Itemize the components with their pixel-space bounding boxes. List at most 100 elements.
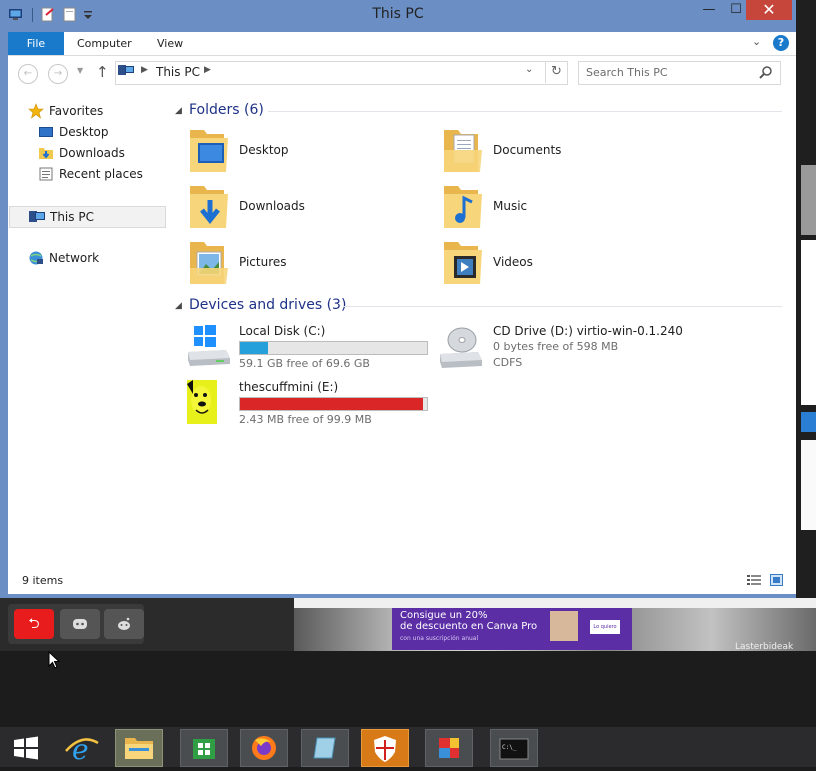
drive-d-free-space: 0 bytes free of 598 MB (493, 340, 619, 353)
drive-e[interactable]: thescuffmini (E:) 2.43 MB free of 99.9 M… (187, 378, 438, 430)
taskbar-app-glass[interactable] (301, 729, 349, 767)
nav-forward-button[interactable]: → (48, 64, 68, 84)
svg-text:C:\_: C:\_ (502, 744, 517, 751)
photo-credit: Lasterbideak (735, 642, 794, 652)
downloads-folder-icon (39, 148, 53, 159)
folder-pictures[interactable]: Pictures (188, 238, 428, 290)
drive-c-free-space: 59.1 GB free of 69.6 GB (239, 357, 370, 370)
network-icon (29, 251, 43, 265)
folder-desktop[interactable]: Desktop (188, 126, 428, 178)
taskbar-store[interactable] (180, 729, 228, 767)
recent-locations-chevron-icon[interactable]: ▼ (77, 66, 83, 75)
taskbar-file-explorer[interactable] (115, 729, 163, 767)
nav-downloads[interactable]: Downloads (18, 143, 165, 163)
ad-photo (550, 611, 578, 641)
ad-line-2: de descuento en Canva Pro (400, 621, 538, 632)
drives-group-header[interactable]: Devices and drives (3) (189, 297, 346, 313)
music-folder-icon (444, 186, 482, 228)
group-divider (268, 111, 782, 112)
drive-d-filesystem: CDFS (493, 356, 523, 369)
nav-back-button[interactable]: ← (18, 64, 38, 84)
search-icon[interactable] (759, 65, 773, 79)
taskbar-firefox[interactable] (240, 729, 288, 767)
taskbar-command-prompt[interactable]: C:\_ (490, 729, 538, 767)
control-panel-icon (439, 738, 459, 758)
store-icon (193, 739, 215, 759)
documents-folder-icon (444, 130, 482, 172)
nav-recent-places[interactable]: Recent places (18, 164, 165, 184)
nav-desktop-label: Desktop (59, 125, 109, 139)
drive-c-usage-bar (239, 341, 428, 355)
drive-e-usage-fill (240, 398, 424, 410)
nav-desktop[interactable]: Desktop (18, 122, 165, 142)
nav-recent-places-label: Recent places (59, 167, 143, 181)
star-icon (28, 103, 44, 119)
folder-videos[interactable]: Videos (442, 238, 682, 290)
folder-desktop-label: Desktop (239, 143, 289, 157)
discord-icon (73, 619, 87, 629)
canva-ad-banner[interactable]: Consigue un 20% de descuento en Canva Pr… (392, 608, 632, 650)
usb-drive-dog-icon (187, 380, 217, 424)
discord-button[interactable] (60, 609, 100, 639)
collapse-drives-icon[interactable]: ◢ (175, 301, 182, 311)
drive-e-free-space: 2.43 MB free of 99.9 MB (239, 413, 372, 426)
file-explorer-icon (125, 738, 153, 759)
folder-downloads-label: Downloads (239, 199, 305, 213)
address-dropdown-icon[interactable]: ⌄ (525, 64, 533, 75)
folders-group-header[interactable]: Folders (6) (189, 102, 264, 118)
glass-app-icon (313, 737, 336, 759)
floating-toolbar: ⮌ (8, 604, 144, 644)
nav-network[interactable]: Network (18, 248, 165, 268)
drive-d[interactable]: CD Drive (D:) virtio-win-0.1.240 0 bytes… (440, 322, 692, 374)
help-button[interactable]: ? (773, 35, 789, 51)
drive-e-usage-bar (239, 397, 428, 411)
nav-downloads-label: Downloads (59, 146, 125, 160)
back-button[interactable]: ⮌ (14, 609, 54, 639)
internet-explorer-icon: e (65, 733, 99, 766)
nav-this-pc[interactable]: This PC (9, 206, 166, 228)
taskbar-control-panel[interactable] (425, 729, 473, 767)
drive-c-name: Local Disk (C:) (239, 324, 326, 338)
breadcrumb-chevron-icon[interactable]: ▶ (141, 65, 148, 75)
this-pc-icon (29, 211, 45, 222)
taskbar-security-shield[interactable] (361, 729, 409, 767)
cd-drive-icon (440, 327, 482, 368)
recent-places-icon (39, 167, 53, 181)
large-icons-view-icon[interactable] (770, 574, 783, 586)
maximize-button[interactable]: ☐ (726, 0, 746, 20)
folder-music[interactable]: Music (442, 182, 682, 234)
expand-ribbon-chevron-icon[interactable]: ⌄ (752, 35, 761, 48)
tab-computer[interactable]: Computer (77, 37, 132, 50)
minimize-button[interactable]: — (692, 0, 726, 20)
nav-network-label: Network (49, 251, 100, 265)
back-arrow-icon: ⮌ (28, 616, 40, 632)
nav-favorites[interactable]: Favorites (18, 101, 165, 121)
videos-folder-icon (444, 242, 482, 284)
tab-view[interactable]: View (157, 37, 183, 50)
folder-documents[interactable]: Documents (442, 126, 682, 178)
refresh-button[interactable]: ↻ (545, 61, 567, 83)
address-text[interactable]: This PC (156, 65, 200, 79)
folder-documents-label: Documents (493, 143, 562, 157)
nav-favorites-label: Favorites (49, 104, 104, 118)
desktop-icon (39, 127, 53, 137)
folder-videos-label: Videos (493, 255, 533, 269)
reddit-button[interactable] (104, 609, 144, 639)
taskbar-internet-explorer[interactable]: e (58, 729, 106, 767)
security-shield-icon (374, 736, 396, 762)
up-arrow-icon[interactable]: ↑ (96, 63, 109, 81)
search-placeholder: Search This PC (586, 66, 668, 79)
close-button[interactable]: ✕ (746, 0, 792, 20)
collapse-folders-icon[interactable]: ◢ (175, 106, 182, 116)
windows-logo-icon (14, 736, 38, 760)
ad-cta-button[interactable]: Lo quiero (590, 620, 620, 634)
drive-c[interactable]: Local Disk (C:) 59.1 GB free of 69.6 GB (188, 322, 438, 374)
start-button[interactable] (2, 729, 50, 767)
nav-this-pc-label: This PC (50, 210, 94, 224)
details-view-icon[interactable] (747, 574, 761, 586)
tab-file[interactable]: File (8, 32, 64, 55)
folder-downloads[interactable]: Downloads (188, 182, 428, 234)
command-prompt-icon: C:\_ (499, 738, 529, 760)
breadcrumb-chevron-icon[interactable]: ▶ (204, 65, 211, 75)
firefox-icon (252, 736, 276, 760)
